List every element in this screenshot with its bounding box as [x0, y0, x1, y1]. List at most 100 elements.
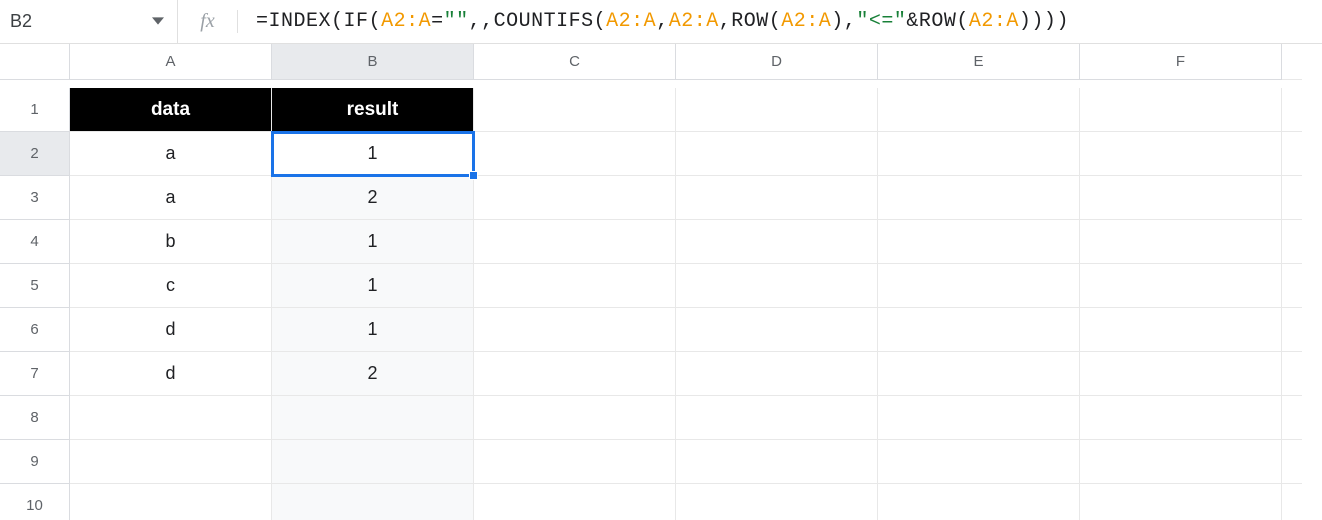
name-box-value: B2 — [8, 11, 147, 32]
cell-F7[interactable] — [1080, 352, 1282, 396]
cell-B9[interactable] — [272, 440, 474, 484]
cell-F9[interactable] — [1080, 440, 1282, 484]
cell-spacer — [1282, 132, 1302, 176]
formula-token: ROW — [919, 10, 957, 33]
cell-F2[interactable] — [1080, 132, 1282, 176]
select-all-corner[interactable] — [0, 44, 70, 80]
cell-A7[interactable]: d — [70, 352, 272, 396]
cell-E1[interactable] — [878, 88, 1080, 132]
formula-token: ( — [331, 10, 344, 33]
cell-B3[interactable]: 2 — [272, 176, 474, 220]
cell-B6[interactable]: 1 — [272, 308, 474, 352]
cell-E10[interactable] — [878, 484, 1080, 520]
cell-E9[interactable] — [878, 440, 1080, 484]
row-header-3[interactable]: 3 — [0, 176, 70, 220]
column-header-spacer — [1282, 44, 1302, 80]
cell-A6[interactable]: d — [70, 308, 272, 352]
cell-E4[interactable] — [878, 220, 1080, 264]
column-header-F[interactable]: F — [1080, 44, 1282, 80]
formula-token: A2:A — [969, 10, 1019, 33]
cell-A4[interactable]: b — [70, 220, 272, 264]
cell-B10[interactable] — [272, 484, 474, 520]
cell-F3[interactable] — [1080, 176, 1282, 220]
row-header-9[interactable]: 9 — [0, 440, 70, 484]
row-header-1[interactable]: 1 — [0, 88, 70, 132]
cell-E3[interactable] — [878, 176, 1080, 220]
cell-D7[interactable] — [676, 352, 878, 396]
formula-input[interactable]: =INDEX(IF(A2:A="",,COUNTIFS(A2:A,A2:A,RO… — [238, 10, 1314, 33]
cell-B4[interactable]: 1 — [272, 220, 474, 264]
cell-B5[interactable]: 1 — [272, 264, 474, 308]
formula-token: INDEX — [269, 10, 332, 33]
cell-D4[interactable] — [676, 220, 878, 264]
cell-E7[interactable] — [878, 352, 1080, 396]
row-header-4[interactable]: 4 — [0, 220, 70, 264]
row-header-6[interactable]: 6 — [0, 308, 70, 352]
cell-C6[interactable] — [474, 308, 676, 352]
formula-token: ) — [1031, 10, 1044, 33]
cell-A1[interactable]: data — [70, 88, 272, 132]
cell-A3[interactable]: a — [70, 176, 272, 220]
row-header-2[interactable]: 2 — [0, 132, 70, 176]
fx-icon[interactable]: fx — [178, 10, 238, 33]
cell-A2[interactable]: a — [70, 132, 272, 176]
row-header-7[interactable]: 7 — [0, 352, 70, 396]
cell-E2[interactable] — [878, 132, 1080, 176]
cell-C3[interactable] — [474, 176, 676, 220]
formula-token: , — [719, 10, 732, 33]
cell-spacer — [1282, 484, 1302, 520]
cell-C4[interactable] — [474, 220, 676, 264]
cell-D9[interactable] — [676, 440, 878, 484]
cell-spacer — [1282, 220, 1302, 264]
cell-B8[interactable] — [272, 396, 474, 440]
cell-D6[interactable] — [676, 308, 878, 352]
row-header-8[interactable]: 8 — [0, 396, 70, 440]
cell-C5[interactable] — [474, 264, 676, 308]
column-header-C[interactable]: C — [474, 44, 676, 80]
cell-F4[interactable] — [1080, 220, 1282, 264]
cell-D3[interactable] — [676, 176, 878, 220]
cell-A10[interactable] — [70, 484, 272, 520]
formula-token: ) — [1044, 10, 1057, 33]
cell-D5[interactable] — [676, 264, 878, 308]
cell-F6[interactable] — [1080, 308, 1282, 352]
cell-F5[interactable] — [1080, 264, 1282, 308]
formula-token: & — [906, 10, 919, 33]
cell-C7[interactable] — [474, 352, 676, 396]
name-box[interactable]: B2 — [8, 0, 178, 43]
cell-A9[interactable] — [70, 440, 272, 484]
cell-D10[interactable] — [676, 484, 878, 520]
column-header-A[interactable]: A — [70, 44, 272, 80]
fill-handle[interactable] — [469, 171, 478, 180]
cell-A8[interactable] — [70, 396, 272, 440]
name-box-dropdown-icon[interactable] — [147, 14, 169, 30]
cell-E8[interactable] — [878, 396, 1080, 440]
column-header-B[interactable]: B — [272, 44, 474, 80]
row-header-5[interactable]: 5 — [0, 264, 70, 308]
cell-F1[interactable] — [1080, 88, 1282, 132]
cell-B2[interactable]: 1 — [272, 132, 474, 176]
formula-token: , — [844, 10, 857, 33]
cell-E5[interactable] — [878, 264, 1080, 308]
cell-C2[interactable] — [474, 132, 676, 176]
cell-E6[interactable] — [878, 308, 1080, 352]
row-header-10[interactable]: 10 — [0, 484, 70, 520]
spreadsheet-grid[interactable]: ABCDEF1dataresult2a13a24b15c16d17d28910 — [0, 44, 1322, 520]
cell-D2[interactable] — [676, 132, 878, 176]
cell-D8[interactable] — [676, 396, 878, 440]
column-header-E[interactable]: E — [878, 44, 1080, 80]
cell-F10[interactable] — [1080, 484, 1282, 520]
column-header-D[interactable]: D — [676, 44, 878, 80]
formula-token: A2:A — [669, 10, 719, 33]
cell-A5[interactable]: c — [70, 264, 272, 308]
cell-C10[interactable] — [474, 484, 676, 520]
formula-token: IF — [344, 10, 369, 33]
cell-F8[interactable] — [1080, 396, 1282, 440]
formula-token: = — [256, 10, 269, 33]
cell-D1[interactable] — [676, 88, 878, 132]
cell-B1[interactable]: result — [272, 88, 474, 132]
cell-B7[interactable]: 2 — [272, 352, 474, 396]
cell-C9[interactable] — [474, 440, 676, 484]
cell-C1[interactable] — [474, 88, 676, 132]
cell-C8[interactable] — [474, 396, 676, 440]
